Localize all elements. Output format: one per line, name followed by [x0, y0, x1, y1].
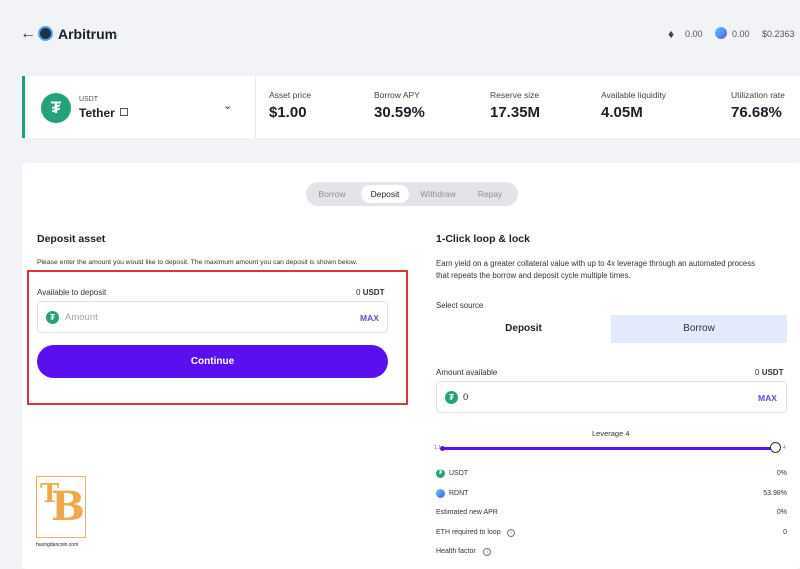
- row-usdt-label: USDT: [449, 470, 469, 477]
- stat-label: Utilization rate: [731, 90, 785, 100]
- stat-value: 30.59%: [374, 104, 425, 121]
- top-bar: ← Arbitrum ⌄ ♦ 0.00 0.00 $0.2363: [0, 0, 800, 70]
- stat-label: Asset price: [269, 90, 312, 100]
- action-tabs: Borrow Deposit Withdraw Repay: [306, 182, 518, 206]
- leverage-label: Leverage 4: [592, 429, 630, 438]
- deposit-title: Deposit asset: [37, 233, 106, 245]
- max-button[interactable]: MAX: [758, 393, 777, 403]
- row-apr-value: 0%: [776, 509, 787, 516]
- info-icon[interactable]: i: [483, 548, 491, 556]
- source-deposit-button[interactable]: Deposit: [436, 315, 611, 343]
- tether-icon: ₮: [436, 469, 445, 478]
- rdnt-price: $0.2363: [762, 29, 795, 39]
- amount-available-value: 0 USDT: [755, 368, 784, 377]
- asset-name: Tether: [79, 106, 115, 120]
- stat-label: Borrow APY: [374, 90, 420, 100]
- external-link-icon[interactable]: [120, 108, 128, 116]
- select-source-label: Select source: [436, 301, 484, 310]
- row-rdnt-label: RDNT: [449, 490, 469, 497]
- stat-utilization-rate: Utilization rate 76.68%: [731, 90, 785, 121]
- network-name[interactable]: Arbitrum: [58, 26, 117, 42]
- eth-balance: 0.00: [685, 29, 703, 39]
- action-panel: Borrow Deposit Withdraw Repay Deposit as…: [22, 163, 800, 569]
- max-button[interactable]: MAX: [360, 313, 379, 323]
- stat-value: $1.00: [269, 104, 307, 121]
- loop-amount-value: 0: [463, 392, 469, 403]
- tab-borrow[interactable]: Borrow: [310, 185, 354, 203]
- loop-amount-input[interactable]: ₮ 0 MAX: [436, 381, 787, 413]
- amount-placeholder: Amount: [65, 312, 98, 323]
- row-rdnt-value: 53.98%: [763, 490, 787, 497]
- continue-button[interactable]: Continue: [37, 345, 388, 378]
- row-eth-value: 0: [783, 529, 787, 536]
- chevron-down-icon[interactable]: ⌄: [113, 28, 121, 39]
- arrow-left-icon[interactable]: ←: [20, 25, 36, 43]
- tab-withdraw[interactable]: Withdraw: [414, 185, 462, 203]
- stat-value: 76.68%: [731, 104, 782, 121]
- amount-input[interactable]: ₮ Amount MAX: [37, 301, 388, 333]
- amount-available-label: Amount available: [436, 368, 498, 377]
- tab-repay[interactable]: Repay: [468, 185, 512, 203]
- tether-icon: ₮: [41, 93, 71, 123]
- row-usdt-value: 0%: [776, 470, 787, 477]
- stat-reserve-size: Reserve size 17.35M: [490, 90, 540, 121]
- logo-letter-b: B: [51, 483, 85, 530]
- stat-value: 4.05M: [601, 104, 643, 121]
- watermark-logo: T B: [36, 476, 86, 538]
- leverage-slider-start: [440, 446, 445, 451]
- stat-label: Available liquidity: [601, 90, 667, 100]
- asset-stats-bar: ₮ USDT Tether ⌄ Asset price $1.00 Borrow…: [22, 76, 800, 138]
- rdnt-icon: [715, 27, 727, 39]
- loop-description: Earn yield on a greater collateral value…: [436, 259, 755, 280]
- rdnt-balance: 0.00: [732, 29, 750, 39]
- watermark-url: huongdancoin.com: [36, 542, 79, 548]
- stat-available-liquidity: Available liquidity 4.05M: [601, 90, 666, 121]
- stat-value: 17.35M: [490, 104, 541, 121]
- row-apr-label: Estimated new APR: [436, 509, 498, 516]
- row-eth-label: ETH required to loop: [436, 529, 501, 536]
- available-value: 0 USDT: [356, 288, 385, 297]
- deposit-instructions: Please enter the amount you would like t…: [37, 259, 358, 266]
- tether-icon: ₮: [445, 391, 458, 404]
- rdnt-icon: [436, 489, 445, 498]
- stat-label: Reserve size: [490, 90, 540, 100]
- loop-title: 1-Click loop & lock: [436, 233, 530, 245]
- source-borrow-button[interactable]: Borrow: [611, 315, 787, 343]
- asset-symbol: USDT: [79, 96, 99, 103]
- tab-deposit[interactable]: Deposit: [361, 185, 409, 203]
- eth-icon: ♦: [668, 27, 675, 41]
- asset-selector[interactable]: ₮ USDT Tether ⌄: [22, 76, 256, 138]
- available-label: Available to deposit: [37, 288, 107, 297]
- stat-asset-price: Asset price $1.00: [269, 90, 311, 121]
- slider-max-label: 4: [783, 445, 786, 451]
- stat-borrow-apy: Borrow APY 30.59%: [374, 90, 425, 121]
- row-health-label: Health factor: [436, 548, 476, 555]
- chevron-down-icon[interactable]: ⌄: [223, 99, 232, 112]
- leverage-slider-track[interactable]: [444, 447, 777, 450]
- leverage-slider-handle[interactable]: [770, 442, 781, 453]
- arbitrum-icon: [38, 26, 53, 41]
- info-icon[interactable]: i: [507, 529, 515, 537]
- tether-icon: ₮: [46, 311, 59, 324]
